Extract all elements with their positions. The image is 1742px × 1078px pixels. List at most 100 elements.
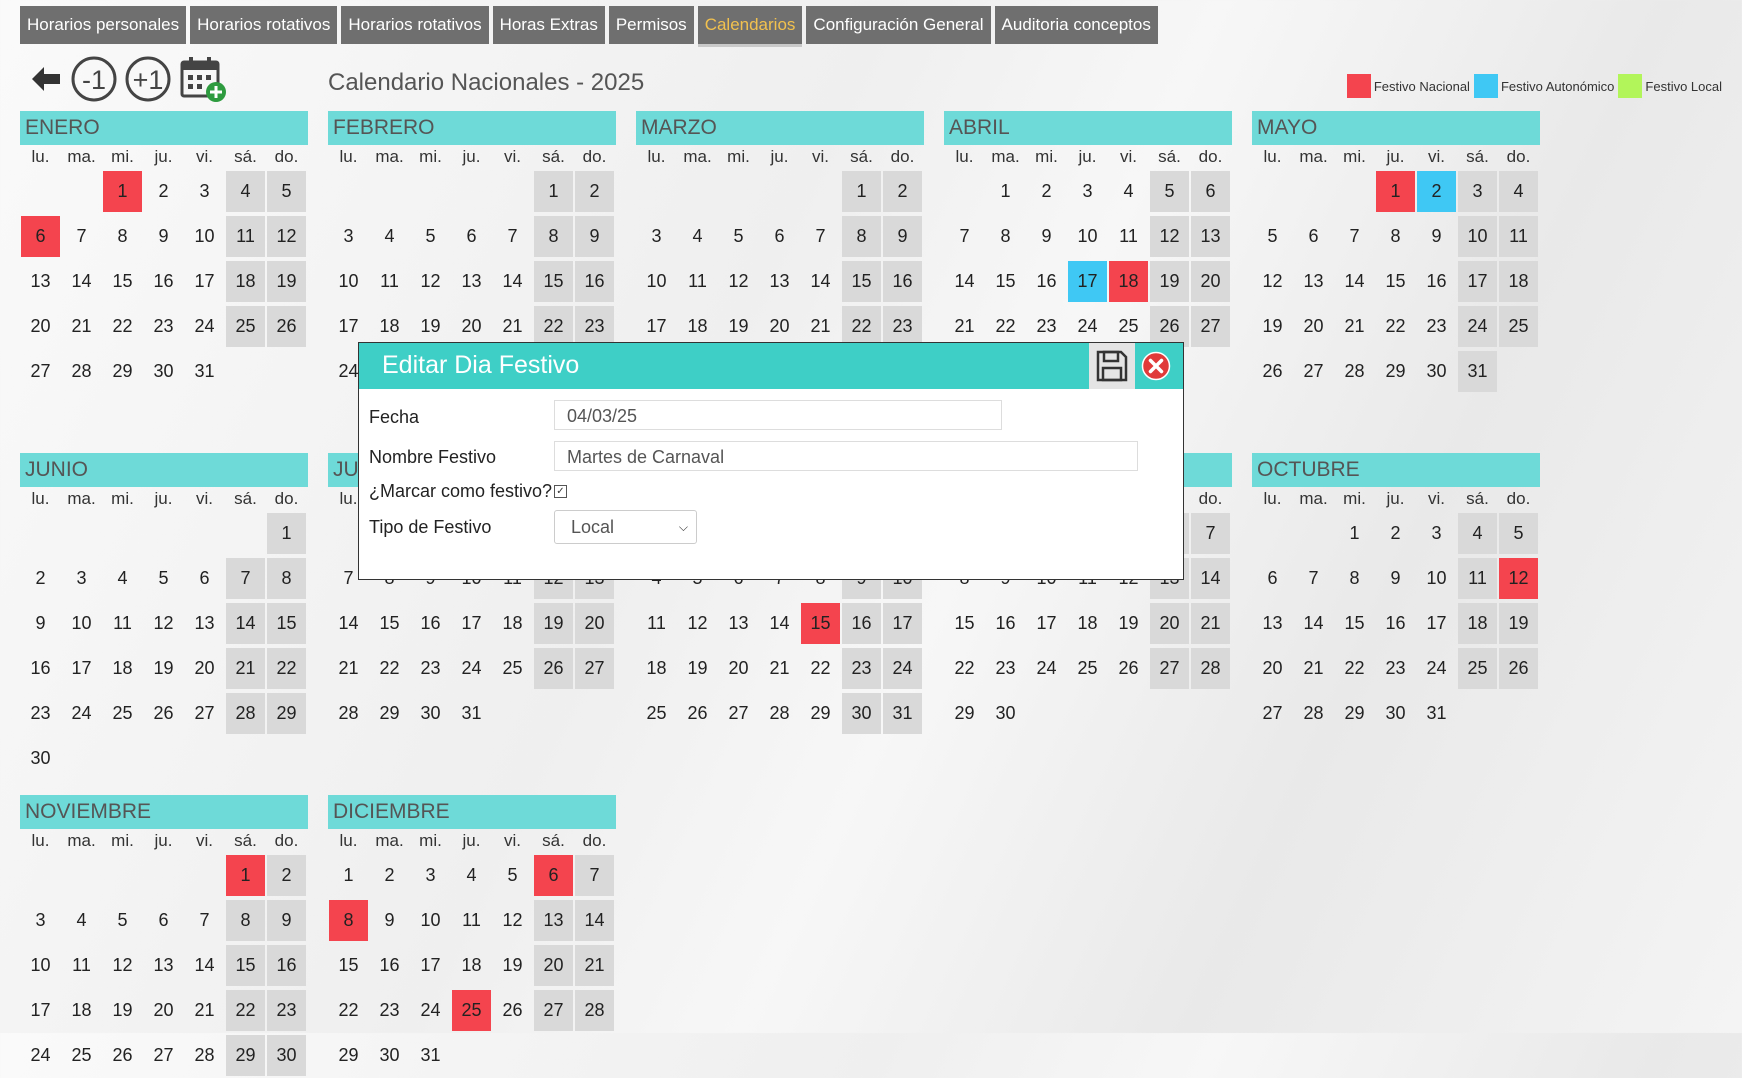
day-cell[interactable]: 26 — [678, 693, 717, 734]
day-cell[interactable]: 9 — [21, 603, 60, 644]
day-cell[interactable]: 22 — [534, 306, 573, 347]
day-cell[interactable]: 4 — [1109, 171, 1148, 212]
day-cell[interactable]: 20 — [185, 648, 224, 689]
day-cell[interactable]: 22 — [226, 990, 265, 1031]
day-cell[interactable]: 24 — [1027, 648, 1066, 689]
day-cell[interactable]: 14 — [945, 261, 984, 302]
day-cell[interactable]: 16 — [1376, 603, 1415, 644]
day-cell[interactable]: 7 — [801, 216, 840, 257]
day-cell[interactable]: 31 — [883, 693, 922, 734]
day-cell[interactable]: 29 — [103, 351, 142, 392]
day-cell[interactable]: 18 — [1499, 261, 1538, 302]
day-cell[interactable]: 2 — [1376, 513, 1415, 554]
day-cell[interactable]: 4 — [452, 855, 491, 896]
day-cell[interactable]: 14 — [1191, 558, 1230, 599]
day-cell[interactable]: 28 — [329, 693, 368, 734]
day-cell[interactable]: 31 — [185, 351, 224, 392]
day-cell[interactable]: 18 — [103, 648, 142, 689]
day-cell[interactable]: 27 — [1253, 693, 1292, 734]
day-cell[interactable]: 17 — [21, 990, 60, 1031]
calendar-add-icon[interactable] — [178, 54, 228, 104]
day-cell[interactable]: 14 — [1335, 261, 1374, 302]
day-cell[interactable]: 6 — [185, 558, 224, 599]
day-cell[interactable]: 22 — [103, 306, 142, 347]
day-cell[interactable]: 11 — [1499, 216, 1538, 257]
day-cell[interactable]: 17 — [62, 648, 101, 689]
plus-one-icon[interactable]: +1 — [124, 55, 172, 103]
close-icon[interactable] — [1141, 351, 1171, 386]
day-cell[interactable]: 28 — [62, 351, 101, 392]
day-cell[interactable]: 1 — [267, 513, 306, 554]
day-cell[interactable]: 8 — [534, 216, 573, 257]
day-cell[interactable]: 5 — [719, 216, 758, 257]
day-cell[interactable]: 28 — [760, 693, 799, 734]
day-cell[interactable]: 10 — [1417, 558, 1456, 599]
day-cell[interactable]: 10 — [1068, 216, 1107, 257]
day-cell[interactable]: 23 — [1417, 306, 1456, 347]
day-cell[interactable]: 12 — [411, 261, 450, 302]
day-cell[interactable]: 19 — [267, 261, 306, 302]
day-cell[interactable]: 11 — [62, 945, 101, 986]
day-cell[interactable]: 8 — [329, 900, 368, 941]
day-cell[interactable]: 8 — [842, 216, 881, 257]
day-cell[interactable]: 12 — [1150, 216, 1189, 257]
day-cell[interactable]: 6 — [534, 855, 573, 896]
day-cell[interactable]: 28 — [185, 1035, 224, 1076]
day-cell[interactable]: 21 — [1294, 648, 1333, 689]
day-cell[interactable]: 14 — [185, 945, 224, 986]
day-cell[interactable]: 16 — [144, 261, 183, 302]
day-cell[interactable]: 26 — [1150, 306, 1189, 347]
day-cell[interactable]: 20 — [144, 990, 183, 1031]
day-cell[interactable]: 22 — [1376, 306, 1415, 347]
day-cell[interactable]: 15 — [842, 261, 881, 302]
day-cell[interactable]: 20 — [534, 945, 573, 986]
day-cell[interactable]: 12 — [493, 900, 532, 941]
day-cell[interactable]: 27 — [719, 693, 758, 734]
nombre-festivo-input[interactable]: Martes de Carnaval — [554, 441, 1138, 471]
day-cell[interactable]: 8 — [1335, 558, 1374, 599]
day-cell[interactable]: 11 — [637, 603, 676, 644]
day-cell[interactable]: 3 — [185, 171, 224, 212]
marcar-festivo-checkbox[interactable]: ✓ — [554, 485, 567, 498]
day-cell[interactable]: 17 — [637, 306, 676, 347]
day-cell[interactable]: 21 — [62, 306, 101, 347]
day-cell[interactable]: 31 — [1417, 693, 1456, 734]
day-cell[interactable]: 7 — [1335, 216, 1374, 257]
day-cell[interactable]: 13 — [719, 603, 758, 644]
fecha-input[interactable]: 04/03/25 — [554, 400, 1002, 430]
day-cell[interactable]: 7 — [185, 900, 224, 941]
day-cell[interactable]: 4 — [226, 171, 265, 212]
day-cell[interactable]: 6 — [144, 900, 183, 941]
day-cell[interactable]: 17 — [185, 261, 224, 302]
day-cell[interactable]: 23 — [842, 648, 881, 689]
day-cell[interactable]: 8 — [226, 900, 265, 941]
day-cell[interactable]: 8 — [1376, 216, 1415, 257]
day-cell[interactable]: 16 — [1417, 261, 1456, 302]
day-cell[interactable]: 17 — [1458, 261, 1497, 302]
day-cell[interactable]: 3 — [1417, 513, 1456, 554]
day-cell[interactable]: 10 — [411, 900, 450, 941]
day-cell[interactable]: 25 — [1068, 648, 1107, 689]
day-cell[interactable]: 23 — [411, 648, 450, 689]
day-cell[interactable]: 22 — [945, 648, 984, 689]
day-cell[interactable]: 16 — [1027, 261, 1066, 302]
day-cell[interactable]: 30 — [21, 738, 60, 779]
day-cell[interactable]: 21 — [329, 648, 368, 689]
day-cell[interactable]: 25 — [1499, 306, 1538, 347]
tipo-festivo-select[interactable]: Local ⌵ — [554, 510, 697, 544]
day-cell[interactable]: 12 — [144, 603, 183, 644]
day-cell[interactable]: 10 — [1458, 216, 1497, 257]
day-cell[interactable]: 5 — [1150, 171, 1189, 212]
day-cell[interactable]: 2 — [575, 171, 614, 212]
day-cell[interactable]: 7 — [945, 216, 984, 257]
day-cell[interactable]: 4 — [1458, 513, 1497, 554]
day-cell[interactable]: 30 — [986, 693, 1025, 734]
day-cell[interactable]: 13 — [452, 261, 491, 302]
day-cell[interactable]: 25 — [226, 306, 265, 347]
day-cell[interactable]: 16 — [370, 945, 409, 986]
day-cell[interactable]: 23 — [1376, 648, 1415, 689]
day-cell[interactable]: 22 — [329, 990, 368, 1031]
day-cell[interactable]: 15 — [534, 261, 573, 302]
day-cell[interactable]: 3 — [62, 558, 101, 599]
day-cell[interactable]: 19 — [534, 603, 573, 644]
